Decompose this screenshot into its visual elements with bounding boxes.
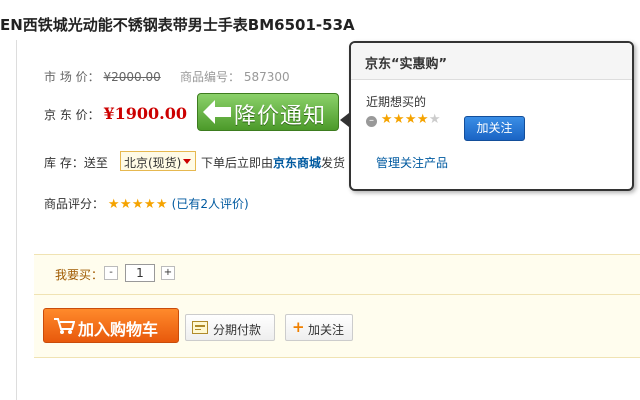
rating-row: 商品评分： ★★★★★ (已有2人评价)	[44, 195, 249, 212]
market-price-row: 市 场 价： ¥2000.00	[44, 68, 161, 85]
add-to-cart-button[interactable]: 加入购物车	[43, 308, 179, 343]
market-price-value: ¥2000.00	[103, 70, 161, 84]
left-border	[16, 40, 17, 400]
seller-link[interactable]: 京东商城	[273, 156, 321, 170]
product-code-value: 587300	[243, 70, 290, 84]
jd-price-label: 京 东 价：	[44, 108, 100, 122]
stock-label: 库 存：送至	[44, 154, 108, 171]
star-icon[interactable]: ★	[381, 113, 393, 126]
follow-product-label: 加关注	[308, 323, 345, 337]
product-code-label: 商品编号：	[180, 70, 241, 84]
star-icon: ★	[155, 197, 168, 212]
cart-icon	[54, 318, 75, 334]
product-title: EN西铁城光动能不锈钢表带男士手表BM6501-53A	[0, 16, 355, 34]
buy-box-divider	[34, 294, 640, 295]
price-drop-notify-button[interactable]: 降价通知	[197, 93, 339, 131]
popup-title: 京东“实惠购”	[365, 57, 448, 72]
quantity-label: 我要买：	[55, 268, 104, 282]
star-icon[interactable]: ★	[393, 113, 405, 126]
region-select[interactable]: 北京(现货)	[120, 151, 196, 171]
product-code-row: 商品编号： 587300	[180, 68, 290, 85]
arrow-left-icon	[203, 100, 231, 124]
star-icon[interactable]: ★	[405, 113, 417, 126]
quantity-plus-button[interactable]: +	[161, 266, 175, 280]
delivery-note: 下单后立即由京东商城发货	[201, 154, 345, 171]
popup-rating: – ★★★★★	[366, 112, 441, 127]
plus-icon: +	[292, 318, 305, 336]
popup-follow-button[interactable]: 加关注	[464, 116, 525, 141]
reviews-link[interactable]: (已有2人评价)	[172, 197, 249, 211]
quantity-minus-button[interactable]: -	[104, 266, 118, 280]
caret-down-icon	[183, 159, 191, 164]
add-to-cart-label: 加入购物车	[78, 320, 159, 339]
stock-label-text: 库 存：送至	[44, 156, 108, 170]
installment-button[interactable]: 分期付款	[185, 314, 275, 341]
popup-pointer	[340, 113, 349, 127]
card-icon	[192, 321, 208, 334]
star-icon: ★	[131, 197, 144, 212]
star-icon: ★	[119, 197, 132, 212]
popup-recent-label: 近期想买的	[366, 95, 427, 109]
quantity-input[interactable]: 1	[125, 264, 155, 282]
star-icon[interactable]: ★	[417, 113, 429, 126]
delivery-note-suffix: 发货	[321, 156, 346, 170]
rating-label: 商品评分：	[44, 197, 105, 211]
jd-price-row: 京 东 价： ¥1900.00	[44, 104, 187, 123]
market-price-label: 市 场 价：	[44, 70, 100, 84]
jd-price-value: ¥1900.00	[103, 104, 187, 123]
rating-stars: ★★★★★	[108, 197, 172, 211]
installment-label: 分期付款	[213, 323, 262, 337]
price-drop-notify-label: 降价通知	[234, 104, 327, 129]
follow-product-button[interactable]: + 加关注	[285, 314, 353, 341]
manage-follows-link[interactable]: 管理关注产品	[376, 154, 448, 171]
popup-header: 京东“实惠购”	[351, 43, 632, 80]
star-empty-icon[interactable]: ★	[429, 113, 441, 126]
delivery-note-prefix: 下单后立即由	[201, 156, 274, 170]
region-select-value: 北京(现货)	[124, 156, 182, 170]
star-icon: ★	[107, 197, 120, 212]
star-icon: ★	[143, 197, 156, 212]
minus-circle-icon[interactable]: –	[366, 116, 377, 127]
